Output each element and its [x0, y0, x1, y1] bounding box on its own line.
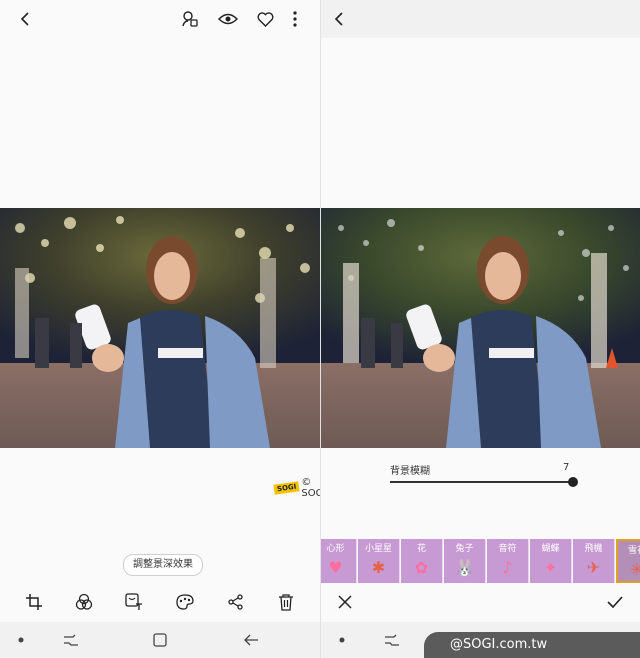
crop-button[interactable]: [20, 588, 48, 616]
adjust-depth-button[interactable]: 調整景深效果: [123, 554, 203, 576]
effect-glyph-icon: ✈: [586, 558, 601, 577]
back-icon: [20, 12, 29, 26]
effect-item[interactable]: 音符 ♪: [487, 539, 529, 583]
delete-button[interactable]: [272, 588, 300, 616]
editor-top-bar: [321, 0, 640, 38]
close-icon: [338, 595, 352, 609]
filter-icon: [75, 593, 93, 610]
crop-icon: [26, 594, 42, 610]
recents-icon: [385, 634, 399, 646]
effect-item[interactable]: 飛機 ✈: [573, 539, 615, 583]
eye-icon: [218, 13, 238, 25]
slider-label: 背景模糊: [390, 466, 430, 477]
effect-glyph-icon: ✦: [543, 558, 558, 577]
effect-item[interactable]: 蝴蝶 ✦: [530, 539, 572, 583]
effect-item[interactable]: 小星星 ✱: [358, 539, 400, 583]
effect-glyph-icon: ♪: [502, 558, 513, 577]
viewer-top-bar: [0, 0, 320, 38]
effect-label: 音符: [498, 544, 517, 554]
watermark-text: © SOGI.com.tw: [301, 477, 320, 499]
bixby-vision-button[interactable]: [176, 5, 204, 33]
effect-label: 心形: [326, 544, 345, 554]
effect-item[interactable]: 雪花 ✳: [616, 539, 640, 583]
heart-icon: [257, 11, 273, 27]
back-icon: [334, 12, 343, 26]
effect-glyph-icon: ✱: [371, 558, 386, 577]
effect-glyph-icon: 🐰: [454, 558, 475, 577]
effect-item[interactable]: 心形 ♥: [321, 539, 357, 583]
effect-glyph-icon: ✿: [414, 558, 429, 577]
system-nav-bar: [0, 622, 320, 658]
search-person-icon: [182, 11, 198, 27]
effect-label: 花: [416, 544, 426, 554]
apply-button[interactable]: [601, 588, 629, 616]
watermark-logo: SOGI: [273, 481, 300, 495]
editor-action-bar: [321, 586, 640, 618]
effect-item[interactable]: 花 ✿: [401, 539, 443, 583]
recents-button[interactable]: [378, 626, 406, 654]
watermark: SOGI © SOGI.com.tw: [273, 477, 320, 499]
sticker-button[interactable]: [120, 588, 148, 616]
recents-icon: [64, 634, 78, 646]
depth-editor-pane: 背景模糊 7 心形♥小星星✱花✿兔子🐰音符♪蝴蝶✦飛機✈雪花✳: [320, 0, 640, 658]
photo-preview: [321, 208, 640, 448]
dot-icon: [18, 637, 24, 643]
effect-label: 雪花: [627, 546, 640, 556]
slider-value: 7: [563, 462, 570, 473]
blur-slider-track[interactable]: [390, 481, 573, 483]
delete-icon: [279, 593, 293, 611]
palette-icon: [176, 594, 194, 610]
more-icon: [293, 11, 297, 27]
effect-strip: 心形♥小星星✱花✿兔子🐰音符♪蝴蝶✦飛機✈雪花✳: [321, 539, 640, 583]
nav-back-button[interactable]: [237, 626, 265, 654]
share-button[interactable]: [222, 588, 250, 616]
effect-label: 飛機: [584, 544, 603, 554]
edit-toolbar: [0, 586, 320, 618]
back-button[interactable]: [12, 5, 40, 33]
nav-dot-button[interactable]: [328, 626, 356, 654]
effect-glyph-icon: ♥: [328, 558, 343, 577]
more-button[interactable]: [281, 5, 309, 33]
effect-label: 蝴蝶: [541, 544, 560, 554]
effect-glyph-icon: ✳: [618, 560, 640, 579]
sticker-icon: [125, 593, 142, 610]
effect-label: 兔子: [455, 544, 474, 554]
effect-item[interactable]: 兔子 🐰: [444, 539, 486, 583]
favorite-button[interactable]: [251, 5, 279, 33]
check-icon: [607, 596, 623, 608]
effect-label: 小星星: [364, 544, 392, 554]
dot-icon: [339, 637, 345, 643]
filter-button[interactable]: [70, 588, 98, 616]
palette-button[interactable]: [171, 588, 199, 616]
recents-button[interactable]: [57, 626, 85, 654]
home-icon: [153, 633, 167, 647]
photo-blurred: [0, 208, 320, 448]
blur-slider-thumb[interactable]: [568, 477, 578, 487]
cancel-button[interactable]: [331, 588, 359, 616]
home-button[interactable]: [146, 626, 174, 654]
site-watermark-badge: @SOGI.com.tw: [424, 632, 640, 658]
share-icon: [228, 594, 243, 610]
viewer-pane: SOGI © SOGI.com.tw 調整景深效果: [0, 0, 320, 658]
view-button[interactable]: [214, 5, 242, 33]
editor-back-button[interactable]: [326, 5, 354, 33]
nav-dot-button[interactable]: [7, 626, 35, 654]
arrow-left-icon: [244, 634, 258, 646]
